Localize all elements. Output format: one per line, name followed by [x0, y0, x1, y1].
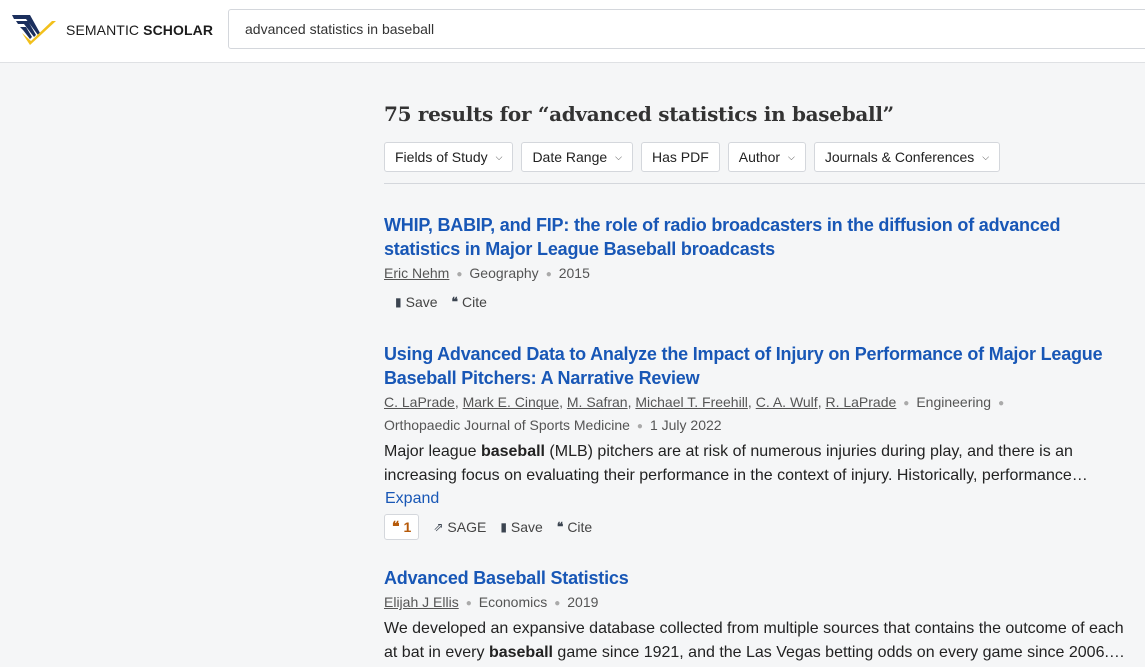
chevron-down-icon: ⌵ [615, 151, 622, 162]
filter-bar: Fields of Study ⌵ Date Range ⌵ Has PDF Aut… [384, 142, 1001, 172]
cite-button[interactable]: ❝ Cite [557, 519, 592, 535]
paper-meta: C. LaPrade, Mark E. Cinque, M. Safran, M… [384, 394, 1005, 433]
chevron-down-icon: ⌵ [982, 151, 990, 162]
chevron-down-icon: ⌵ [495, 151, 503, 162]
filter-journals-conferences[interactable]: Journals & Conferences ⌵ [813, 142, 1001, 172]
filter-label: Date Range [532, 149, 608, 165]
cite-button[interactable]: ❝ Cite [452, 294, 487, 310]
paper-abstract: Major league baseball (MLB) pitchers are… [384, 440, 1134, 488]
abstract-highlight: baseball [480, 443, 545, 460]
publication-date: 1 July 2022 [649, 417, 722, 433]
venue: Orthopaedic Journal of Sports Medicine [384, 417, 630, 433]
author-link[interactable]: M. Safran [567, 394, 628, 410]
semantic-scholar-logo[interactable]: SEMANTIC SCHOLAR [10, 10, 213, 50]
paper-abstract: We developed an expansive database colle… [384, 617, 1134, 665]
top-header: SEMANTIC SCHOLAR [0, 0, 1145, 63]
separator-dot: ● [554, 598, 561, 609]
search-result: Using Advanced Data to Analyze the Impac… [384, 342, 1134, 540]
author-link[interactable]: C. A. Wulf [756, 394, 818, 410]
separator-dot: ● [998, 398, 1005, 409]
author-link[interactable]: Michael T. Freehill [635, 394, 748, 410]
filter-label: Journals & Conferences [824, 149, 975, 165]
cite-label: Cite [462, 294, 487, 310]
divider [384, 183, 1145, 184]
citation-count: 1 [403, 519, 412, 535]
separator-dot: ● [545, 269, 552, 280]
field-of-study: Engineering [916, 394, 992, 410]
separator-dot: ● [903, 398, 910, 409]
save-button[interactable]: ▮ Save [500, 519, 543, 535]
filter-label: Has PDF [651, 149, 709, 165]
paper-title-link[interactable]: Using Advanced Data to Analyze the Impac… [384, 342, 1134, 390]
results-heading: 75 results for “advanced statistics in b… [384, 102, 894, 126]
author-link[interactable]: Mark E. Cinque [463, 394, 559, 410]
bookmark-icon: ▮ [395, 295, 402, 309]
author-link[interactable]: R. LaPrade [825, 394, 896, 410]
abstract-text: Major league [384, 443, 481, 460]
author-link[interactable]: Eric Nehm [384, 265, 449, 281]
separator-dot: ● [465, 598, 472, 609]
search-result: Advanced Baseball Statistics Elijah J El… [384, 566, 1134, 665]
search-input[interactable] [228, 9, 1145, 49]
paper-title-link[interactable]: Advanced Baseball Statistics [384, 566, 1134, 590]
brand-wordmark: SEMANTIC SCHOLAR [66, 22, 213, 38]
field-of-study: Economics [478, 594, 548, 610]
filter-author[interactable]: Author ⌵ [727, 142, 806, 172]
brand-name-bold: SCHOLAR [143, 22, 214, 38]
quote-icon: ❝ [451, 295, 458, 309]
filter-has-pdf[interactable]: Has PDF [640, 142, 720, 172]
brand-name-light: SEMANTIC [66, 22, 144, 38]
external-link-icon: ⇗ [433, 520, 444, 534]
publisher-label: SAGE [447, 519, 487, 535]
save-label: Save [405, 294, 438, 310]
quote-icon: ❝ [556, 520, 564, 534]
citation-count-badge[interactable]: ❝ 1 [384, 514, 420, 540]
abstract-text: game since 1921, and the Las Vegas betti… [552, 644, 1125, 661]
paper-meta: Eric Nehm ● Geography ● 2015 [384, 263, 1134, 286]
expand-abstract-link[interactable]: Expand [385, 490, 1134, 508]
quote-icon: ❝ [392, 519, 400, 535]
filter-label: Author [738, 149, 781, 165]
paper-actions: ❝ 1 ⇗ SAGE ▮ Save ❝ Cite [384, 514, 1134, 540]
save-button[interactable]: ▮ Save [395, 294, 438, 310]
paper-meta: Elijah J Ellis ● Economics ● 2019 [384, 592, 1134, 615]
filter-date-range[interactable]: Date Range ⌵ [521, 142, 633, 172]
separator-dot: ● [456, 269, 463, 280]
cite-label: Cite [567, 519, 593, 535]
save-label: Save [510, 519, 543, 535]
search-result: WHIP, BABIP, and FIP: the role of radio … [384, 213, 1134, 310]
separator-dot: ● [636, 421, 643, 432]
paper-actions: ▮ Save ❝ Cite [395, 294, 1134, 310]
publication-date: 2019 [567, 594, 599, 610]
paper-title-link[interactable]: WHIP, BABIP, and FIP: the role of radio … [384, 213, 1134, 261]
author-link[interactable]: Elijah J Ellis [384, 594, 459, 610]
publisher-link[interactable]: ⇗ SAGE [433, 519, 486, 535]
bookmark-icon: ▮ [500, 520, 507, 534]
filter-fields-of-study[interactable]: Fields of Study ⌵ [384, 142, 514, 172]
field-of-study: Geography [469, 265, 539, 281]
book-logo-icon [12, 15, 56, 45]
author-link[interactable]: C. LaPrade [384, 394, 455, 410]
publication-date: 2015 [558, 265, 590, 281]
chevron-down-icon: ⌵ [788, 151, 795, 162]
abstract-highlight: baseball [488, 644, 553, 661]
filter-label: Fields of Study [395, 149, 488, 165]
